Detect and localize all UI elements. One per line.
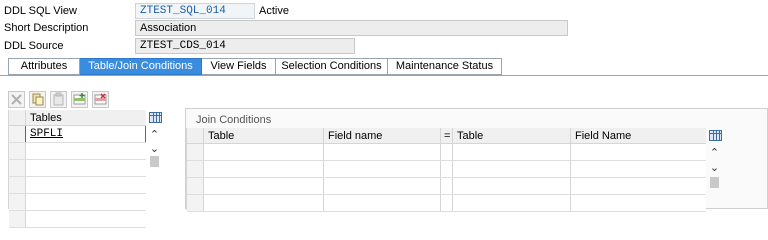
table-cell[interactable] [25, 177, 147, 193]
col-header-table-1[interactable]: Table [203, 128, 323, 143]
tab-selection-conditions[interactable]: Selection Conditions [276, 58, 388, 75]
join-cell[interactable] [452, 178, 570, 194]
join-cell[interactable] [452, 144, 570, 160]
join-cell[interactable] [203, 144, 323, 160]
ddl-source-field[interactable]: ZTEST_CDS_014 [135, 38, 355, 54]
join-cell[interactable] [570, 161, 707, 177]
table-row[interactable] [9, 160, 146, 177]
join-conditions-panel: Join Conditions Table Field name = Table… [185, 108, 768, 212]
tables-scrollbar[interactable]: ⌃ ⌄ [146, 126, 163, 167]
tables-column-header[interactable]: Tables [25, 110, 147, 125]
row-selector[interactable] [187, 161, 203, 177]
join-cell[interactable] [323, 144, 440, 160]
grid-settings-icon[interactable] [149, 112, 162, 123]
join-cell [440, 144, 452, 160]
table-cell[interactable] [25, 211, 147, 227]
table-cell[interactable] [25, 194, 147, 210]
tab-attributes[interactable]: Attributes [8, 58, 80, 75]
row-selector[interactable] [187, 178, 203, 194]
ddl-sql-view-field[interactable]: ZTEST_SQL_014 [135, 3, 255, 19]
join-row[interactable] [187, 144, 706, 161]
join-cell[interactable] [323, 178, 440, 194]
row-selector[interactable] [9, 143, 25, 159]
join-cell[interactable] [452, 195, 570, 211]
join-cell[interactable] [203, 178, 323, 194]
delete-icon[interactable] [8, 91, 25, 108]
join-conditions-grid: Table Field name = Table Field Name [186, 128, 706, 212]
col-header-equals: = [440, 128, 452, 143]
tab-view-fields[interactable]: View Fields [202, 58, 276, 75]
join-cell[interactable] [203, 161, 323, 177]
ddl-sql-view-label: DDL SQL View [4, 5, 77, 17]
join-cell[interactable] [570, 195, 707, 211]
tables-grid: Tables SPFLI [8, 110, 146, 228]
table-row[interactable] [9, 194, 146, 211]
scroll-thumb[interactable] [710, 177, 719, 188]
table-row[interactable] [9, 143, 146, 160]
scroll-down-icon[interactable]: ⌄ [146, 142, 163, 156]
table-row[interactable]: SPFLI [9, 126, 146, 143]
join-conditions-title: Join Conditions [196, 114, 272, 126]
scroll-thumb[interactable] [150, 156, 159, 167]
short-description-label: Short Description [4, 22, 89, 34]
ddl-source-label: DDL Source [4, 40, 64, 52]
short-description-field[interactable]: Association [135, 20, 568, 36]
join-cell [440, 178, 452, 194]
tables-grid-header: Tables [9, 110, 146, 126]
join-cell [440, 161, 452, 177]
delete-row-icon[interactable] [92, 91, 109, 108]
join-cell[interactable] [570, 144, 707, 160]
join-cell[interactable] [452, 161, 570, 177]
tab-maintenance-status[interactable]: Maintenance Status [388, 58, 502, 75]
table-row[interactable] [9, 177, 146, 194]
status-text: Active [259, 5, 289, 17]
join-cell [440, 195, 452, 211]
row-selector[interactable] [9, 126, 25, 142]
join-row[interactable] [187, 178, 706, 195]
join-cell[interactable] [323, 161, 440, 177]
scroll-up-icon[interactable]: ⌃ [706, 146, 723, 160]
join-grid-header: Table Field name = Table Field Name [187, 128, 706, 144]
row-selector[interactable] [9, 177, 25, 193]
table-row[interactable] [9, 211, 146, 228]
row-selector[interactable] [9, 160, 25, 176]
tab-strip: Attributes Table/Join Conditions View Fi… [8, 58, 502, 75]
scroll-down-icon[interactable]: ⌄ [706, 161, 723, 175]
table-cell[interactable] [25, 143, 147, 159]
tab-table-join-conditions[interactable]: Table/Join Conditions [80, 58, 202, 75]
table-cell-spfli[interactable]: SPFLI [25, 126, 146, 142]
tab-divider [0, 75, 768, 76]
copy-icon[interactable] [29, 91, 46, 108]
row-selector[interactable] [9, 211, 25, 227]
table-cell[interactable] [25, 160, 147, 176]
paste-icon[interactable] [50, 91, 67, 108]
join-row[interactable] [187, 161, 706, 178]
insert-row-icon[interactable] [71, 91, 88, 108]
col-header-field-name-2[interactable]: Field Name [570, 128, 707, 143]
scroll-up-icon[interactable]: ⌃ [146, 128, 163, 142]
join-scrollbar[interactable]: ⌃ ⌄ [706, 144, 723, 190]
join-cell[interactable] [570, 178, 707, 194]
join-cell[interactable] [203, 195, 323, 211]
row-selector[interactable] [9, 194, 25, 210]
join-row[interactable] [187, 195, 706, 212]
col-header-field-name-1[interactable]: Field name [323, 128, 440, 143]
row-selector[interactable] [187, 144, 203, 160]
join-cell[interactable] [323, 195, 440, 211]
row-selector[interactable] [187, 195, 203, 211]
grid-settings-icon[interactable] [709, 130, 722, 141]
col-header-table-2[interactable]: Table [452, 128, 570, 143]
